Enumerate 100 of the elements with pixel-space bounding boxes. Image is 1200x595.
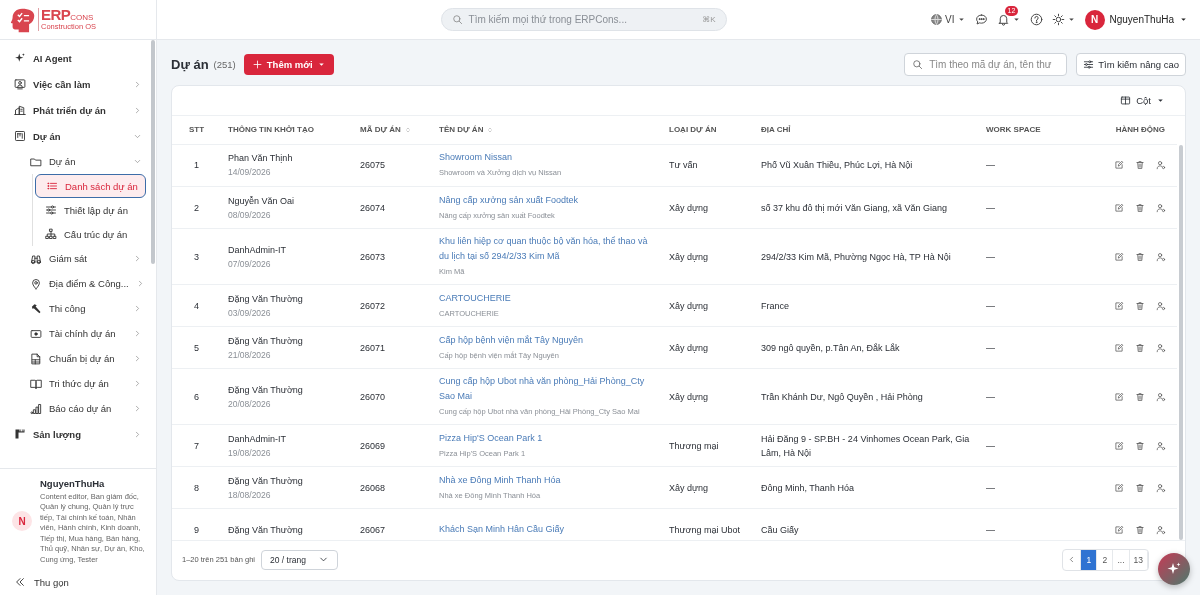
project-search-field[interactable]: Tìm theo mã dự án, tên thư — [904, 52, 1068, 76]
project-name-link[interactable]: CARTOUCHERIE — [439, 290, 655, 306]
user-settings-icon[interactable] — [1156, 440, 1166, 451]
columns-button[interactable]: Cột — [1114, 89, 1171, 112]
project-name-link[interactable]: Khách Sạn Minh Hân Cầu Giấy — [439, 522, 655, 537]
edit-icon[interactable] — [1114, 482, 1124, 493]
sun-icon — [1051, 13, 1065, 26]
project-name-link[interactable]: Nhà xe Đông Minh Thanh Hóa — [439, 472, 655, 488]
add-new-button[interactable]: Thêm mới — [243, 53, 334, 75]
project-name-link[interactable]: Cấp hộp bệnh viện mắt Tây Nguyên — [439, 332, 655, 348]
user-settings-icon[interactable] — [1156, 251, 1166, 262]
table-cell: 4 — [172, 284, 221, 327]
delete-icon[interactable] — [1135, 391, 1145, 402]
table-cell: Xây dựng — [662, 466, 754, 509]
book-icon — [30, 377, 42, 390]
delete-icon[interactable] — [1135, 160, 1145, 171]
user-settings-icon[interactable] — [1156, 300, 1166, 311]
created-date: 08/09/2026 — [228, 208, 272, 222]
nav-item[interactable]: Việc cần làm — [8, 71, 146, 97]
column-header: THÔNG TIN KHỞI TẠO — [221, 116, 353, 144]
collapse-button[interactable]: Thu gọn — [0, 569, 156, 595]
table-cell: Xây dựng — [662, 186, 754, 229]
edit-icon[interactable] — [1114, 342, 1124, 353]
nav-item[interactable]: Tài chính dự án — [8, 321, 146, 346]
edit-icon[interactable] — [1114, 202, 1124, 213]
user-settings-icon[interactable] — [1156, 202, 1166, 213]
delete-icon[interactable] — [1135, 482, 1145, 493]
edit-icon[interactable] — [1114, 251, 1124, 262]
table-cell: — — [979, 424, 1101, 467]
user-settings-icon[interactable] — [1156, 391, 1166, 402]
creator-name: Đặng Văn Thường — [228, 383, 304, 397]
user-menu[interactable]: N NguyenThuHa — [1084, 9, 1188, 30]
delete-icon[interactable] — [1135, 342, 1145, 353]
created-date: 18/08/2026 — [228, 488, 272, 502]
logo-brand: ERP — [41, 8, 71, 22]
columns-icon — [1120, 95, 1132, 106]
table-cell: — — [979, 144, 1101, 187]
project-name-link[interactable]: Khu liên hiệp cơ quan thuộc bộ văn hóa, thể thao và du lịch tại số 294/2/33 Kim Mã — [439, 234, 655, 264]
page-button[interactable]: 2 — [1097, 549, 1114, 570]
page-size-select[interactable]: 20 / trang — [261, 549, 338, 570]
ai-assistant-button[interactable] — [1158, 553, 1190, 585]
record-count: (251) — [213, 58, 236, 70]
edit-icon[interactable] — [1114, 391, 1124, 402]
edit-icon[interactable] — [1114, 524, 1124, 535]
nav-item[interactable]: Báo cáo dự án — [8, 396, 146, 421]
delete-icon[interactable] — [1135, 202, 1145, 213]
advanced-search-button[interactable]: Tìm kiếm nâng cao — [1076, 52, 1186, 76]
nav-item[interactable]: Dự án — [8, 149, 146, 174]
edit-icon[interactable] — [1114, 300, 1124, 311]
table-cell: Xây dựng — [662, 284, 754, 327]
cash-icon — [30, 327, 42, 340]
nav-item[interactable]: Địa điểm & Công... — [8, 271, 146, 296]
nav-item[interactable]: Thi công — [8, 296, 146, 321]
user-settings-icon[interactable] — [1156, 524, 1166, 535]
table-cell: — — [979, 186, 1101, 229]
nav-item[interactable]: Thiết lập dự án — [35, 198, 146, 222]
delete-icon[interactable] — [1135, 300, 1145, 311]
delete-icon[interactable] — [1135, 251, 1145, 262]
page-button[interactable]: 13 — [1129, 549, 1148, 570]
table-cell: 26071 — [353, 326, 432, 369]
table-cell: 3 — [172, 228, 221, 285]
table-cell: 9 — [172, 508, 221, 540]
nav-item[interactable]: Giám sát — [8, 246, 146, 271]
table-cell: — — [979, 368, 1101, 425]
project-name-link[interactable]: Cung cấp hộp Ubot nhà văn phòng_Hải Phòng_Cty Sao Mai — [439, 374, 655, 404]
creator-name: Phan Văn Thịnh — [228, 152, 294, 166]
nav-item[interactable]: Phát triển dự án — [8, 97, 146, 123]
table-cell: 26070 — [353, 368, 432, 425]
column-header[interactable]: TÊN DỰ ÁN — [432, 116, 662, 144]
person-screen-icon — [14, 78, 26, 90]
user-settings-icon[interactable] — [1156, 482, 1166, 493]
table-cell: Tư vấn — [662, 144, 754, 187]
column-header[interactable]: MÃ DỰ ÁN — [353, 116, 432, 144]
edit-icon[interactable] — [1114, 160, 1124, 171]
nav-item[interactable]: Tri thức dự án — [8, 371, 146, 396]
user-settings-icon[interactable] — [1156, 342, 1166, 353]
ruler-icon — [14, 428, 26, 440]
creator-name: Đặng Văn Thường — [228, 334, 304, 348]
edit-icon[interactable] — [1114, 440, 1124, 451]
nav-item[interactable]: Dự án — [8, 123, 146, 149]
table-cell: Đông Minh, Thanh Hóa — [754, 466, 979, 509]
user-avatar: N — [1084, 9, 1105, 30]
delete-icon[interactable] — [1135, 524, 1145, 535]
page-button[interactable]: 1 — [1081, 549, 1098, 570]
delete-icon[interactable] — [1135, 440, 1145, 451]
language-selector[interactable]: VI — [930, 9, 966, 30]
nav-item[interactable]: Sản lượng — [8, 421, 146, 447]
page-button[interactable]: ... — [1113, 549, 1130, 570]
nav-item[interactable]: Chuẩn bị dự án — [8, 346, 146, 371]
logo-head-icon — [10, 6, 36, 33]
project-name-link[interactable]: Showroom Nissan — [439, 150, 655, 166]
created-date: 03/09/2026 — [228, 306, 272, 320]
nav-item[interactable]: Danh sách dự án — [35, 174, 146, 198]
plus-icon — [251, 58, 263, 70]
user-name: NguyenThuHa — [40, 477, 106, 489]
project-name-link[interactable]: Pizza Hip'S Ocean Park 1 — [439, 430, 655, 446]
nav-item[interactable]: Cấu trúc dự án — [35, 222, 146, 246]
user-settings-icon[interactable] — [1156, 160, 1166, 171]
project-name-link[interactable]: Nâng cấp xưởng sản xuất Foodtek — [439, 192, 655, 208]
nav-item[interactable]: AI Agent — [8, 45, 146, 71]
